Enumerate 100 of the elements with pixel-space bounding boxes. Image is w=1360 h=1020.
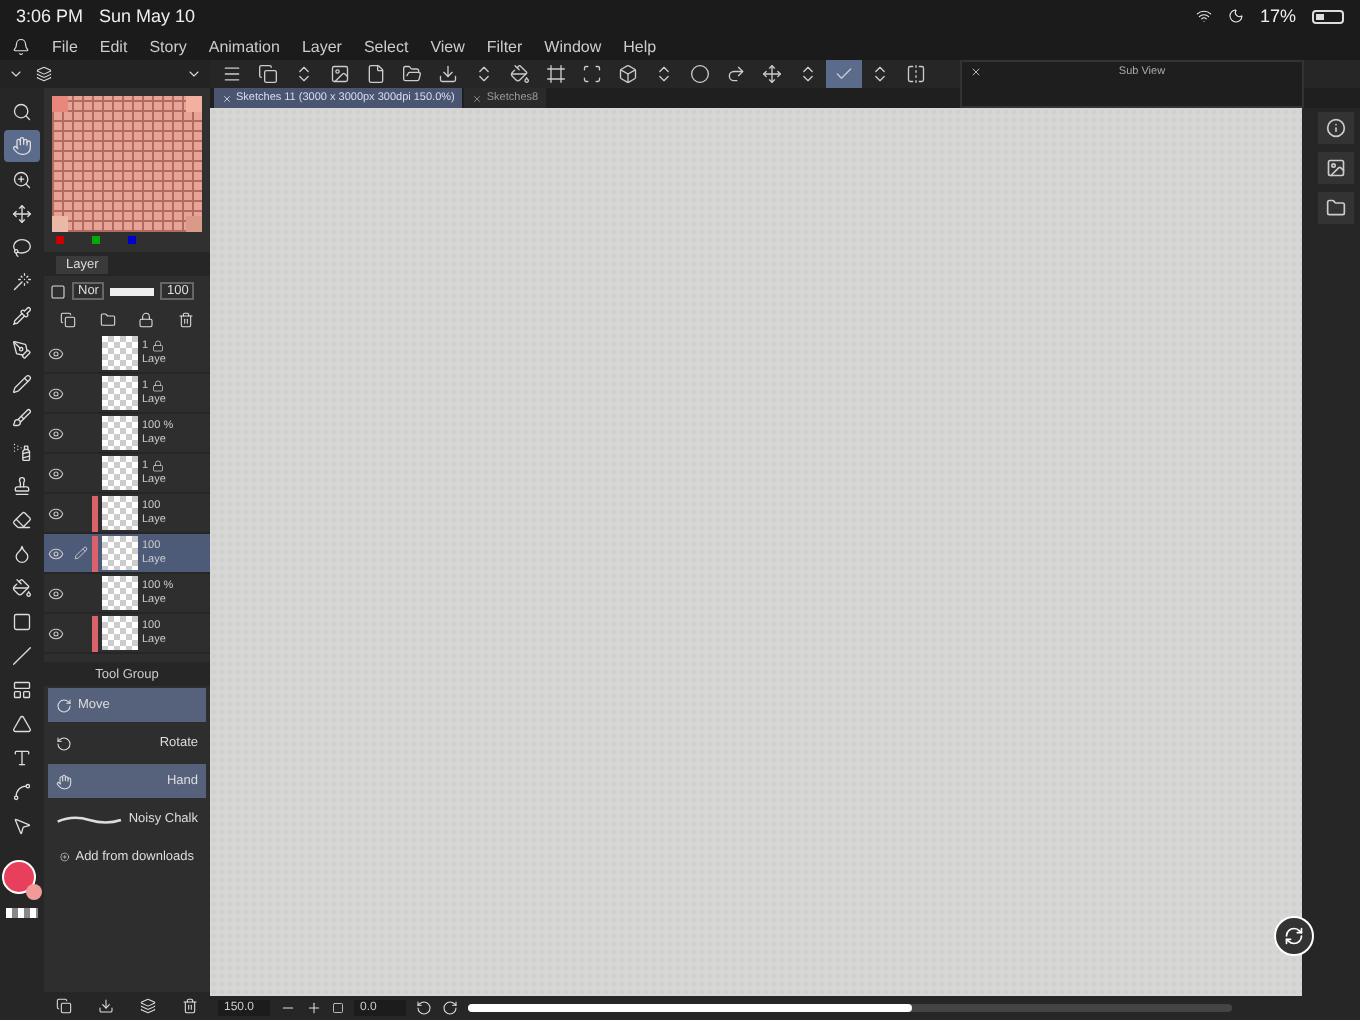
bucket-icon xyxy=(12,578,32,598)
zoom-icon xyxy=(12,170,32,190)
layer-thumbnail xyxy=(102,456,138,490)
move-icon xyxy=(762,64,782,84)
clock-time: 3:06 PM xyxy=(16,6,84,26)
lasso-icon xyxy=(12,238,32,258)
zoom-in-icon xyxy=(306,1000,322,1016)
layer-thumbnail xyxy=(102,496,138,530)
collapse-icon xyxy=(8,66,24,82)
layer-thumbnail xyxy=(102,536,138,570)
image-icon xyxy=(1325,158,1345,178)
square-icon xyxy=(50,283,66,299)
updown-icon xyxy=(798,64,818,84)
ruler-icon xyxy=(12,714,32,734)
new-layer-icon xyxy=(59,312,76,328)
scroll-bar[interactable] xyxy=(468,1004,1232,1012)
folder-icon xyxy=(1325,198,1345,218)
image-icon xyxy=(330,64,350,84)
battery-percent: 17% xyxy=(1259,6,1296,26)
check-toolbar-button[interactable] xyxy=(826,60,862,88)
text-icon xyxy=(12,748,32,768)
wifi-icon xyxy=(1195,8,1212,24)
lock-icon xyxy=(138,312,155,328)
folder-button[interactable] xyxy=(1317,192,1353,224)
info-icon xyxy=(1325,118,1345,138)
folder-icon xyxy=(99,312,116,328)
battery-icon xyxy=(1312,9,1344,23)
box-icon xyxy=(618,64,638,84)
menu-item[interactable]: View xyxy=(430,37,465,55)
opacity-slider-fill[interactable] xyxy=(110,287,155,295)
check-icon xyxy=(834,64,854,84)
moon-icon xyxy=(1227,8,1244,24)
refresh-icon xyxy=(1284,926,1304,946)
eraser-icon xyxy=(12,510,32,530)
pencil-icon xyxy=(73,546,87,560)
menu-item[interactable]: Window xyxy=(544,37,602,55)
menu-item[interactable]: Story xyxy=(149,37,187,55)
add-icon xyxy=(60,850,70,864)
loop-icon xyxy=(56,697,72,713)
trash-icon xyxy=(178,312,195,328)
main-color-swatch[interactable] xyxy=(2,860,42,900)
date-text: Sun May 10 xyxy=(99,6,196,26)
layer-thumbnail xyxy=(102,576,138,610)
updown-icon xyxy=(474,64,494,84)
updown-icon xyxy=(294,64,314,84)
rotate-icon xyxy=(56,735,72,751)
menu-item[interactable]: Filter xyxy=(486,37,523,55)
hand-icon xyxy=(56,773,72,789)
hand-icon xyxy=(12,136,32,156)
rotate-right-icon xyxy=(442,1000,458,1016)
menu-item[interactable]: Edit xyxy=(99,37,128,55)
layer-thumbnail xyxy=(102,416,138,450)
blend-icon xyxy=(12,544,32,564)
line-icon xyxy=(12,646,32,666)
brush-icon xyxy=(12,408,32,428)
frame-icon xyxy=(12,680,32,700)
scan-icon xyxy=(582,64,602,84)
pencil-icon xyxy=(12,374,32,394)
flip-icon xyxy=(906,64,926,84)
page-icon xyxy=(366,64,386,84)
gradient-icon xyxy=(12,612,32,632)
frame-icon xyxy=(546,64,566,84)
image-button[interactable] xyxy=(1317,152,1353,184)
stamp-icon xyxy=(12,476,32,496)
updown-icon xyxy=(870,64,890,84)
fit-icon xyxy=(332,1002,344,1014)
menu-item[interactable]: Animation xyxy=(208,37,280,55)
hand-tool-button[interactable] xyxy=(4,130,40,162)
transparent-color-swatch[interactable] xyxy=(6,908,38,918)
folder-icon xyxy=(402,64,422,84)
search-icon xyxy=(12,102,32,122)
menu-item[interactable]: Select xyxy=(363,37,409,55)
menu-item[interactable]: Help xyxy=(623,37,657,55)
layers-icon xyxy=(258,64,278,84)
color-set-grid[interactable] xyxy=(52,96,202,232)
menu-item[interactable]: File xyxy=(52,37,78,55)
collapse-icon xyxy=(186,66,202,82)
layer-thumbnail xyxy=(102,336,138,370)
refresh-button[interactable] xyxy=(1274,916,1314,956)
panel-icon xyxy=(36,66,52,82)
circle-icon xyxy=(690,64,710,84)
menu-item[interactable]: Layer xyxy=(301,37,342,55)
rotate-left-icon xyxy=(416,1000,432,1016)
menu-icon xyxy=(222,64,242,84)
redo-icon xyxy=(726,64,746,84)
info-button[interactable] xyxy=(1317,112,1353,144)
bucket-icon xyxy=(510,64,530,84)
pen-icon xyxy=(12,340,32,360)
spline-icon xyxy=(12,782,32,802)
wand-icon xyxy=(12,272,32,292)
move-icon xyxy=(12,204,32,224)
pointer-icon xyxy=(12,816,32,836)
copy-icon xyxy=(56,998,73,1014)
updown-icon xyxy=(654,64,674,84)
trash-icon xyxy=(181,998,198,1014)
layers-icon xyxy=(139,998,156,1014)
pipette-icon xyxy=(12,306,32,326)
close-icon xyxy=(970,66,982,78)
layer-thumbnail xyxy=(102,616,138,650)
download-icon xyxy=(438,64,458,84)
